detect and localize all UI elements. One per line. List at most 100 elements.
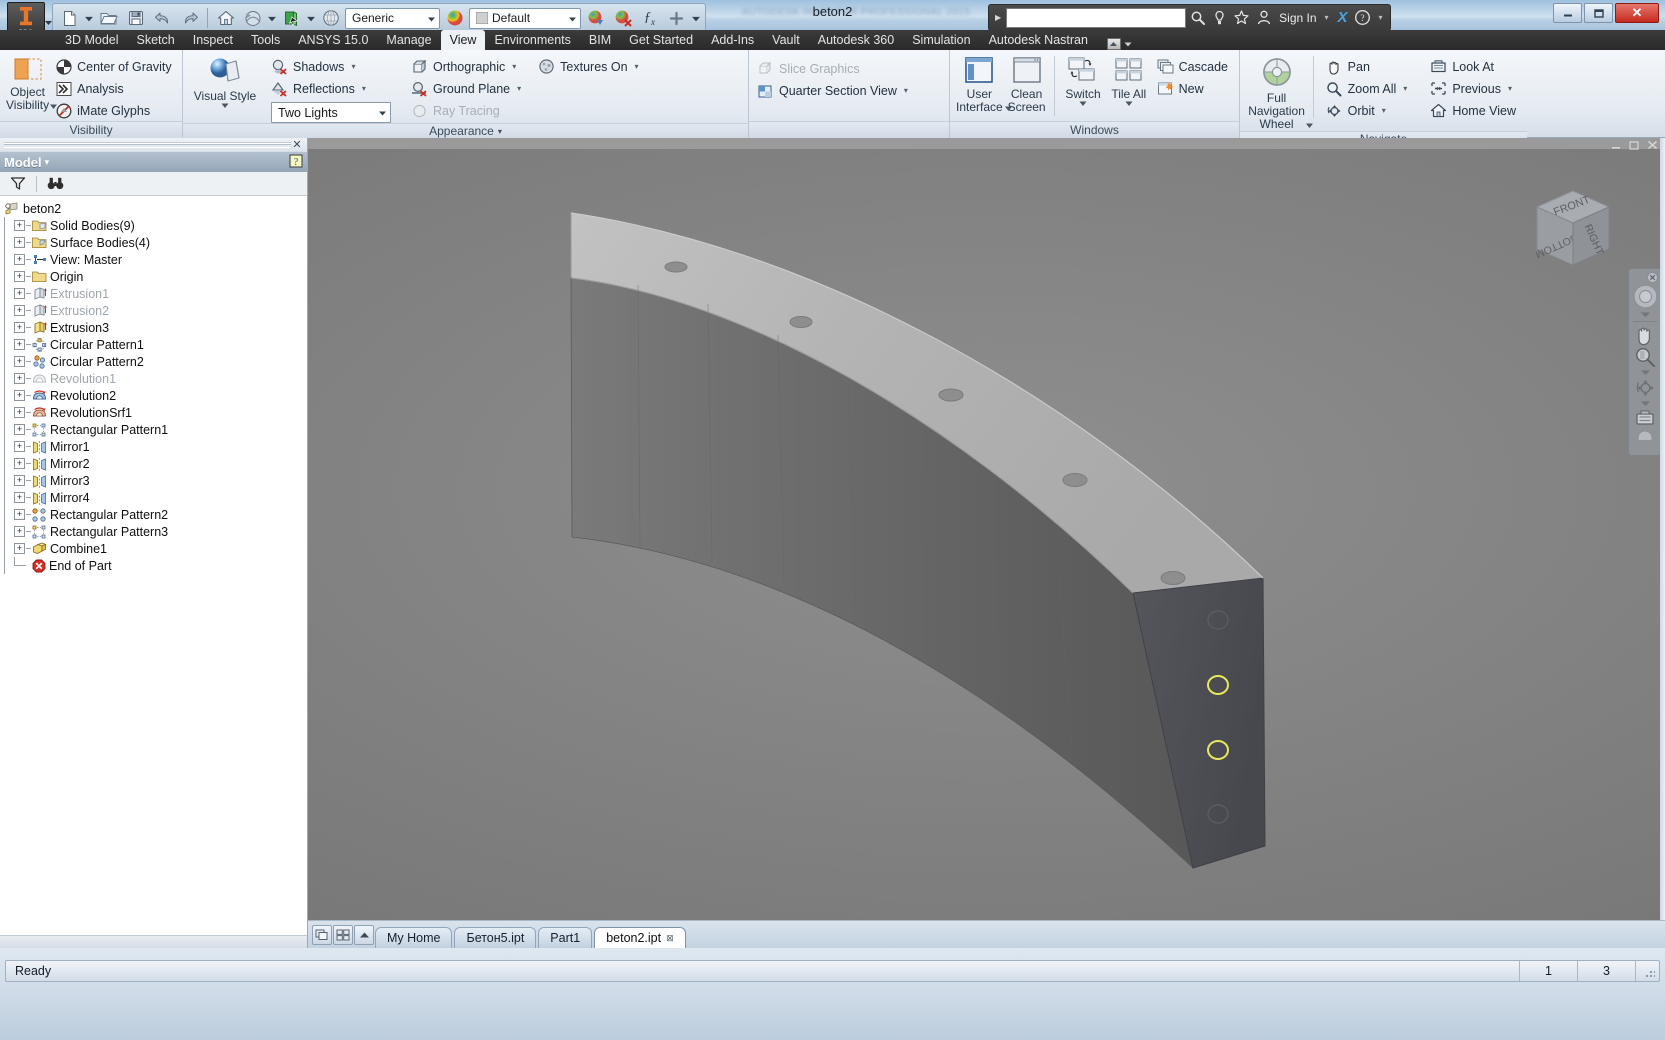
previous-view-button[interactable]: Previous ▾ — [1428, 78, 1521, 99]
tab-manage[interactable]: Manage — [377, 30, 440, 50]
shadows-caret-icon[interactable]: ▾ — [351, 62, 355, 71]
tree-expand-icon[interactable]: + — [14, 339, 25, 350]
tile-all-button[interactable]: Tile All — [1107, 54, 1151, 107]
tree-expand-icon[interactable]: + — [14, 475, 25, 486]
full-navigation-wheel-button[interactable]: Full Navigation Wheel — [1246, 54, 1314, 131]
tree-expand-icon[interactable]: + — [14, 543, 25, 554]
tree-item-rectangular-pattern2[interactable]: + Rectangular Pattern2 — [0, 506, 307, 523]
cascade-docs-icon[interactable] — [312, 925, 332, 945]
tab-environments[interactable]: Environments — [485, 30, 579, 50]
orbit-button[interactable]: Orbit ▾ — [1324, 100, 1413, 121]
tree-expand-icon[interactable]: + — [14, 424, 25, 435]
navigation-wheel-caret-icon[interactable] — [1640, 310, 1651, 319]
filter-icon[interactable] — [8, 174, 28, 194]
tree-expand-icon[interactable]: + — [14, 254, 25, 265]
tab-vault[interactable]: Vault — [763, 30, 809, 50]
tab-simulation[interactable]: Simulation — [903, 30, 979, 50]
tree-item-mirror2[interactable]: + Mirror2 — [0, 455, 307, 472]
textures-on-button[interactable]: Textures On ▾ — [536, 56, 643, 77]
center-of-gravity-button[interactable]: Center of Gravity — [53, 56, 176, 77]
user-icon[interactable] — [1255, 10, 1272, 25]
tree-expand-icon[interactable]: + — [14, 356, 25, 367]
orbit-caret-icon[interactable]: ▾ — [1382, 106, 1386, 115]
tree-item-beton2[interactable]: beton2 — [0, 200, 307, 217]
tree-item-mirror4[interactable]: + Mirror4 — [0, 489, 307, 506]
browser-drag-grip[interactable]: ✕ — [0, 138, 307, 151]
tab-autodesk-360[interactable]: Autodesk 360 — [809, 30, 903, 50]
doc-restore-button[interactable] — [1629, 140, 1640, 152]
return-sphere-icon[interactable] — [240, 6, 265, 31]
document-tab-my-home[interactable]: My Home — [375, 927, 453, 948]
tree-expand-icon[interactable]: + — [14, 492, 25, 503]
user-interface-caret-icon[interactable] — [1004, 105, 1012, 112]
new-document-caret-icon[interactable] — [84, 6, 94, 30]
appearance-preview-icon[interactable] — [442, 6, 467, 31]
tree-item-circular-pattern2[interactable]: + Circular Pattern2 — [0, 353, 307, 370]
help-circle-icon[interactable]: ? — [1354, 9, 1371, 26]
save-floppy-icon[interactable] — [123, 6, 148, 31]
star-icon[interactable] — [1233, 10, 1250, 25]
orthographic-button[interactable]: Orthographic ▾ — [409, 56, 526, 77]
tree-item-extrusion1[interactable]: + Extrusion1 — [0, 285, 307, 302]
doc-minimize-button[interactable] — [1611, 141, 1622, 152]
undo-arrow-icon[interactable] — [150, 6, 175, 31]
tab-bim[interactable]: BIM — [580, 30, 620, 50]
pan-hand-icon[interactable] — [1631, 324, 1659, 346]
user-interface-button[interactable]: User Interface — [956, 54, 1012, 114]
viewport-scrollbar[interactable] — [1660, 138, 1665, 920]
tree-item-mirror3[interactable]: + Mirror3 — [0, 472, 307, 489]
material-combo[interactable]: Generic — [345, 7, 440, 29]
ground-plane-button[interactable]: Ground Plane ▾ — [409, 78, 526, 99]
browser-title-caret-icon[interactable]: ▾ — [45, 157, 50, 168]
tab-tools[interactable]: Tools — [242, 30, 289, 50]
tree-expand-icon[interactable]: + — [14, 526, 25, 537]
home-icon[interactable] — [213, 6, 238, 31]
imate-glyphs-button[interactable]: iMate Glyphs — [53, 100, 176, 121]
panel-appearance-expand-icon[interactable]: ▾ — [498, 127, 502, 136]
sign-in-button[interactable]: Sign In — [1277, 11, 1318, 25]
tree-item-revolution2[interactable]: + Revolution2 — [0, 387, 307, 404]
tab-ansys[interactable]: ANSYS 15.0 — [289, 30, 377, 50]
tree-item-extrusion3[interactable]: + Extrusion3 — [0, 319, 307, 336]
object-visibility-button[interactable]: Object Visibility — [6, 54, 58, 112]
home-view-button[interactable]: Home View — [1428, 100, 1521, 121]
visual-style-button[interactable]: Visual Style — [189, 54, 261, 109]
object-visibility-caret-icon[interactable] — [50, 103, 58, 110]
pan-button[interactable]: Pan — [1324, 56, 1413, 77]
search-input[interactable] — [1006, 7, 1187, 28]
clear-appearance-icon[interactable] — [610, 6, 635, 31]
tree-item-solid-bodies-9[interactable]: + Solid Bodies(9) — [0, 217, 307, 234]
tab-3d-model[interactable]: 3D Model — [56, 30, 128, 50]
help-question-icon[interactable]: ? — [289, 154, 303, 171]
analysis-button[interactable]: Analysis — [53, 78, 176, 99]
zoom-caret-icon[interactable] — [1640, 368, 1651, 377]
navigation-wheel-caret-icon[interactable] — [1306, 122, 1314, 129]
tree-item-mirror1[interactable]: + Mirror1 — [0, 438, 307, 455]
tree-expand-icon[interactable]: + — [14, 305, 25, 316]
tree-item-view-master[interactable]: + View: Master — [0, 251, 307, 268]
quarter-section-caret-icon[interactable]: ▾ — [904, 86, 908, 95]
lighting-style-combo[interactable]: Two Lights — [271, 102, 391, 123]
open-folder-icon[interactable] — [96, 6, 121, 31]
view-cube[interactable]: FRONT BOTTOM RIGHT — [1515, 173, 1625, 283]
sign-in-caret-icon[interactable]: ▾ — [1322, 13, 1332, 22]
tree-expand-icon[interactable]: + — [14, 390, 25, 401]
previous-view-caret-icon[interactable]: ▾ — [1508, 84, 1512, 93]
maximize-button[interactable] — [1584, 3, 1613, 23]
tree-expand-icon[interactable]: + — [14, 509, 25, 520]
scroll-up-icon[interactable] — [354, 925, 374, 945]
fx-parameters-icon[interactable]: ƒx — [637, 6, 662, 31]
tab-get-started[interactable]: Get Started — [620, 30, 702, 50]
3d-model-curved-beam[interactable] — [308, 138, 1665, 920]
tree-expand-icon[interactable]: + — [14, 288, 25, 299]
reflections-caret-icon[interactable]: ▾ — [362, 84, 366, 93]
visual-style-caret-icon[interactable] — [221, 102, 229, 109]
document-tab-part1[interactable]: Part1 — [538, 927, 593, 948]
tree-item-origin[interactable]: + Origin — [0, 268, 307, 285]
tree-item-end-of-part[interactable]: End of Part — [0, 557, 307, 574]
orbit-caret-icon[interactable] — [1640, 399, 1651, 408]
new-document-icon[interactable] — [57, 6, 82, 31]
nav-extra-icon[interactable] — [1631, 430, 1659, 440]
tree-expand-icon[interactable]: + — [14, 237, 25, 248]
tree-expand-icon[interactable]: + — [14, 458, 25, 469]
